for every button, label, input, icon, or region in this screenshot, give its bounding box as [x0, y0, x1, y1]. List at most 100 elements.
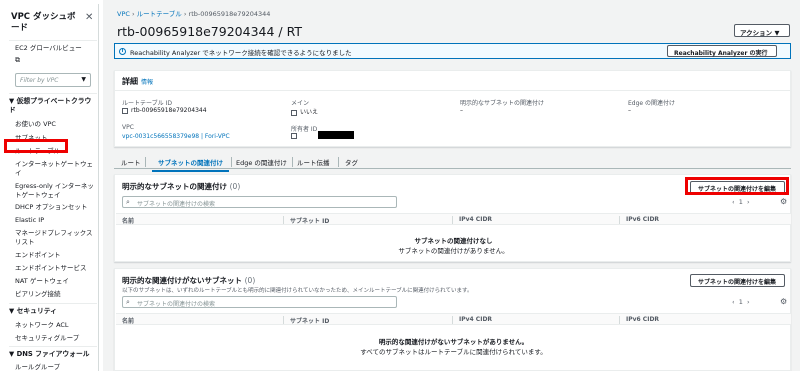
empty-title: サブネットの関連付けなし	[414, 237, 493, 245]
external-link-icon[interactable]: ⧉	[15, 56, 95, 65]
info-banner-text: Reachability Analyzer でネットワーク接続を確認できるように…	[130, 49, 352, 57]
tab-edge-associations[interactable]: Edge の関連付け	[236, 157, 287, 167]
page-number[interactable]: 1	[739, 198, 743, 206]
col-name[interactable]: 名前	[122, 316, 134, 325]
main-value: いいえ	[291, 107, 318, 116]
table-header: 名前 サブネット ID IPv4 CIDR IPv6 CIDR	[116, 313, 791, 325]
gear-icon[interactable]: ⚙	[780, 197, 787, 206]
col-divider	[452, 216, 453, 224]
divider	[9, 40, 97, 41]
copy-icon[interactable]	[291, 132, 297, 139]
breadcrumb-vpc[interactable]: VPC	[117, 10, 130, 18]
tab-divider	[231, 157, 232, 167]
section-security[interactable]: ▼ セキュリティ	[9, 307, 93, 316]
prev-page-icon[interactable]: ‹	[732, 298, 735, 306]
col-subnet-id[interactable]: サブネット ID	[290, 316, 329, 325]
sidebar-title[interactable]: VPC ダッシュボード	[11, 12, 81, 34]
sidebar-item-endpoint-services[interactable]: エンドポイントサービス	[15, 264, 95, 273]
col-divider	[619, 316, 620, 324]
details-title: 詳細	[122, 77, 138, 86]
page-number[interactable]: 1	[739, 298, 743, 306]
prev-page-icon[interactable]: ‹	[732, 198, 735, 206]
main-value-text: いいえ	[300, 109, 319, 116]
divider	[9, 346, 97, 347]
sidebar-item-eip[interactable]: Elastic IP	[15, 216, 95, 225]
col-ipv4[interactable]: IPv4 CIDR	[459, 316, 492, 323]
edge-assoc-label: Edge の関連付け	[628, 100, 676, 107]
section-vpc[interactable]: ▼ 仮想プライベートクラウド	[9, 97, 93, 115]
vpc-filter-select[interactable]: Filter by VPC ▼	[15, 73, 91, 87]
next-page-icon[interactable]: ›	[747, 298, 750, 306]
col-divider	[619, 216, 620, 224]
explicit-assoc-value: –	[460, 107, 463, 114]
page-title: rtb-00965918e79204344 / RT	[117, 24, 302, 39]
gear-icon[interactable]: ⚙	[780, 297, 787, 306]
explicit-title: 明示的なサブネットの関連付け	[122, 182, 227, 191]
sidebar-item-igw[interactable]: インターネットゲートウェイ	[15, 160, 95, 177]
divider	[9, 303, 97, 304]
section-dns-firewall[interactable]: ▼ DNS ファイアウォール	[9, 350, 93, 359]
sidebar-item-prefix-lists[interactable]: マネージドプレフィックスリスト	[15, 229, 95, 246]
tab-subnet-associations[interactable]: サブネットの関連付け	[152, 157, 229, 172]
search-placeholder: サブネットの関連付けの検索	[137, 201, 216, 208]
filter-placeholder: Filter by VPC	[20, 77, 59, 84]
tab-divider	[145, 157, 146, 167]
implicit-count: (0)	[244, 276, 256, 285]
search-input[interactable]: ⌕ サブネットの関連付けの検索	[122, 196, 397, 208]
col-divider	[283, 216, 284, 224]
breadcrumb: VPC › ルートテーブル › rtb-00965918e79204344	[117, 8, 270, 18]
tab-routes[interactable]: ルート	[121, 157, 141, 167]
info-link[interactable]: 情報	[141, 79, 153, 86]
divider	[115, 90, 792, 91]
tab-divider	[292, 157, 293, 167]
sidebar-item-global-view[interactable]: EC2 グローバルビュー	[15, 44, 95, 53]
breadcrumb-route-tables[interactable]: ルートテーブル	[137, 10, 182, 18]
sidebar-item-endpoints[interactable]: エンドポイント	[15, 251, 95, 260]
col-name[interactable]: 名前	[122, 216, 134, 225]
tab-tags[interactable]: タグ	[345, 157, 358, 167]
explicit-count: (0)	[229, 182, 241, 191]
explicit-assoc-label: 明示的なサブネットの関連付け	[460, 100, 545, 107]
empty-text: すべてのサブネットはルートテーブルに関連付けられています。	[360, 348, 547, 356]
empty-text: サブネットの関連付けがありません。	[398, 247, 509, 255]
chevron-down-icon: ▼	[81, 76, 86, 83]
sidebar-item-egress-igw[interactable]: Egress-only インターネットゲートウェイ	[15, 182, 95, 199]
tab-bar: ルート サブネットの関連付け Edge の関連付け ルート伝播 タグ	[114, 154, 791, 172]
implicit-title: 明示的な関連付けがないサブネット	[122, 276, 242, 285]
col-ipv6[interactable]: IPv6 CIDR	[626, 216, 659, 223]
search-icon: ⌕	[126, 198, 130, 206]
empty-title: 明示的な関連付けがないサブネットがありません。	[378, 338, 529, 346]
close-icon[interactable]: ✕	[85, 12, 93, 23]
col-ipv4[interactable]: IPv4 CIDR	[459, 216, 492, 223]
sidebar-item-nat[interactable]: NAT ゲートウェイ	[15, 277, 95, 286]
route-table-id-label: ルートテーブル ID	[122, 100, 172, 107]
vpc-label: VPC	[122, 124, 134, 131]
vpc-link[interactable]: vpc-0031c566558379e98 | Fori-VPC	[122, 133, 230, 140]
details-panel: 詳細 情報 ルートテーブル ID rtb-00965918e79204344 メイ…	[114, 70, 792, 147]
search-input[interactable]: ⌕ サブネットの関連付けの検索	[122, 296, 397, 308]
divider	[9, 93, 97, 94]
col-ipv6[interactable]: IPv6 CIDR	[626, 316, 659, 323]
sidebar-item-your-vpcs[interactable]: お使いの VPC	[15, 120, 95, 129]
edge-assoc-value: –	[628, 107, 631, 114]
sidebar-item-sg[interactable]: セキュリティグループ	[15, 334, 95, 343]
pagination: ‹ 1 ›	[732, 198, 750, 206]
info-icon: i	[119, 48, 126, 55]
col-subnet-id[interactable]: サブネット ID	[290, 216, 329, 225]
tab-divider	[338, 157, 339, 167]
copy-icon[interactable]	[122, 107, 128, 114]
owner-copy	[291, 132, 300, 139]
tab-route-propagation[interactable]: ルート伝播	[297, 157, 330, 167]
edit-subnet-associations-button-2[interactable]: サブネットの関連付けを編集	[690, 274, 785, 287]
actions-button[interactable]: アクション ▼	[734, 24, 790, 37]
sidebar-item-peering[interactable]: ピアリング接続	[15, 290, 95, 299]
sidebar-item-nacl[interactable]: ネットワーク ACL	[15, 321, 95, 330]
sidebar-item-rule-groups[interactable]: ルールグループ	[15, 363, 95, 371]
route-table-id-value: rtb-00965918e79204344	[122, 107, 207, 114]
copy-icon[interactable]	[291, 109, 297, 116]
sidebar-item-dhcp[interactable]: DHCP オプションセット	[15, 203, 95, 212]
next-page-icon[interactable]: ›	[747, 198, 750, 206]
info-banner: i Reachability Analyzer でネットワーク接続を確認できるよ…	[114, 43, 791, 59]
reachability-analyzer-button[interactable]: Reachability Analyzer の実行	[667, 45, 777, 57]
main-content: VPC › ルートテーブル › rtb-00965918e79204344 rt…	[103, 0, 800, 371]
